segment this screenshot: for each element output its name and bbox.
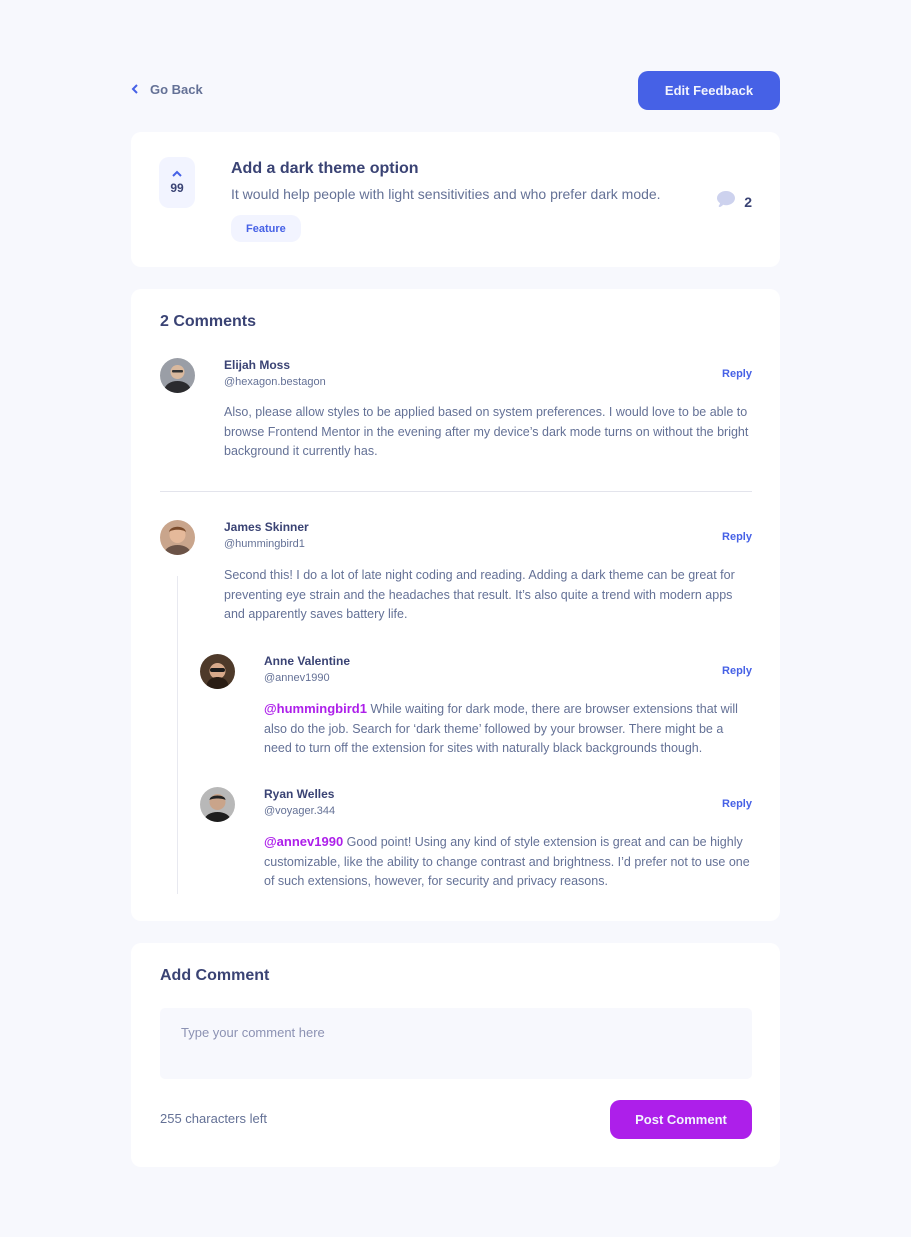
chevron-up-icon	[172, 170, 182, 177]
feedback-card: 99 Add a dark theme option It would help…	[131, 132, 780, 267]
edit-feedback-button[interactable]: Edit Feedback	[638, 71, 780, 110]
avatar	[160, 520, 195, 555]
mention-link[interactable]: @annev1990	[264, 834, 343, 849]
reply-thread-line	[177, 576, 178, 894]
feedback-title: Add a dark theme option	[231, 160, 419, 177]
feedback-description: It would help people with light sensitiv…	[231, 186, 661, 202]
comment-author-username: @hummingbird1	[224, 538, 305, 550]
go-back-link[interactable]: Go Back	[131, 82, 203, 97]
reply-button[interactable]: Reply	[722, 368, 752, 380]
comment-author-name: Anne Valentine	[264, 654, 351, 668]
reply-comment: Anne Valentine @annev1990 Reply @humming…	[200, 654, 752, 764]
comment-author-name: James Skinner	[224, 520, 309, 534]
comment-author-name: Elijah Moss	[224, 358, 291, 372]
avatar	[160, 358, 195, 393]
comment-text: @hummingbird1 While waiting for dark mod…	[264, 699, 752, 759]
reply-button[interactable]: Reply	[722, 798, 752, 810]
comment-text: Also, please allow styles to be applied …	[224, 405, 749, 458]
reply-button[interactable]: Reply	[722, 531, 752, 543]
upvote-button[interactable]: 99	[159, 157, 195, 208]
upvote-count: 99	[170, 181, 184, 195]
comment-input[interactable]	[160, 1008, 752, 1079]
comments-card: 2 Comments Elijah Moss @hexagon.bestagon…	[131, 289, 780, 921]
comment-divider	[160, 491, 752, 492]
mention-link[interactable]: @hummingbird1	[264, 701, 367, 716]
comment-count-value: 2	[744, 193, 752, 210]
comment-author-username: @annev1990	[264, 672, 330, 684]
post-comment-button[interactable]: Post Comment	[610, 1100, 752, 1139]
go-back-label: Go Back	[150, 82, 203, 97]
add-comment-heading: Add Comment	[160, 967, 270, 984]
comment: James Skinner @hummingbird1 Reply Second…	[160, 520, 752, 630]
add-comment-card: Add Comment 255 characters left Post Com…	[131, 943, 780, 1167]
comment: Elijah Moss @hexagon.bestagon Reply Also…	[160, 358, 752, 468]
comment-text: Second this! I do a lot of late night co…	[224, 568, 735, 621]
category-tag[interactable]: Feature	[231, 215, 301, 242]
comment-bubble-icon	[717, 191, 736, 212]
comment-text: @annev1990 Good point! Using any kind of…	[264, 832, 752, 892]
comment-count: 2	[717, 191, 752, 212]
top-bar: Go Back Edit Feedback	[131, 71, 780, 110]
comment-author-username: @hexagon.bestagon	[224, 376, 326, 388]
avatar	[200, 787, 235, 822]
comment-author-name: Ryan Welles	[264, 787, 335, 801]
avatar	[200, 654, 235, 689]
reply-comment: Ryan Welles @voyager.344 Reply @annev199…	[200, 787, 752, 897]
chevron-left-icon	[131, 83, 138, 97]
reply-button[interactable]: Reply	[722, 665, 752, 677]
comments-heading: 2 Comments	[160, 313, 257, 330]
comment-author-username: @voyager.344	[264, 805, 336, 817]
characters-left-counter: 255 characters left	[160, 1111, 267, 1126]
